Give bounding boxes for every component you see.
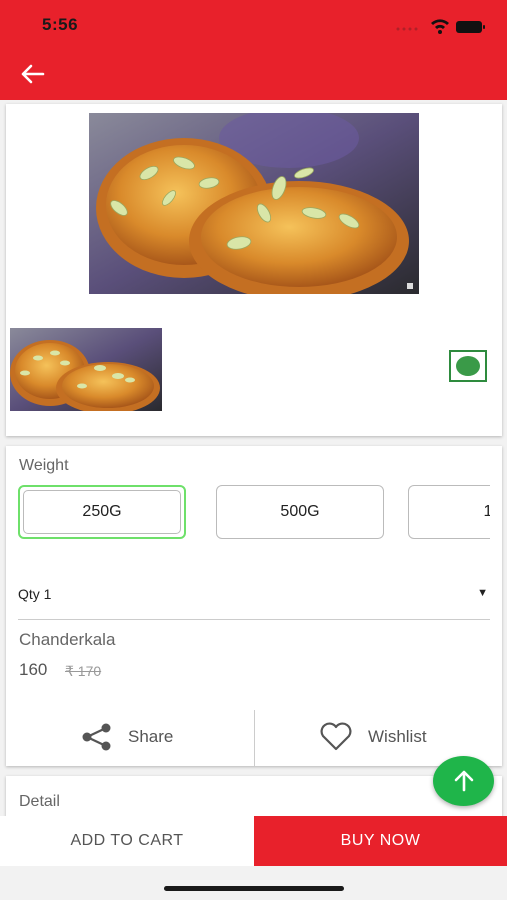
battery-icon bbox=[456, 21, 485, 33]
veg-dot bbox=[456, 356, 480, 376]
share-label: Share bbox=[128, 727, 174, 746]
heart-icon bbox=[320, 722, 352, 751]
home-indicator bbox=[164, 886, 344, 891]
share-button[interactable]: Share bbox=[80, 720, 173, 754]
weight-label: Weight bbox=[19, 457, 69, 474]
buy-now-button[interactable]: BUY NOW bbox=[254, 816, 507, 866]
detail-label: Detail bbox=[19, 793, 60, 810]
wifi-icon bbox=[431, 19, 449, 34]
options-card: Weight 250G 500G 1k Qty 1 ▼ Chanderkala … bbox=[6, 446, 502, 766]
weight-option-1kg[interactable]: 1k bbox=[408, 485, 490, 539]
product-price: 160 bbox=[19, 660, 48, 679]
gallery-card bbox=[6, 104, 502, 436]
weight-option-label: 1k bbox=[483, 503, 490, 520]
selected-inner-border bbox=[23, 490, 181, 534]
share-icon bbox=[82, 723, 111, 751]
weight-option-500g[interactable]: 500G bbox=[216, 485, 384, 539]
status-time: 5:56 bbox=[42, 15, 79, 34]
wishlist-button[interactable]: Wishlist bbox=[318, 720, 427, 754]
back-button[interactable] bbox=[14, 58, 50, 90]
status-icons bbox=[395, 16, 487, 36]
bottom-bar: ADD TO CART BUY NOW bbox=[0, 816, 507, 866]
product-name: Chanderkala bbox=[19, 630, 116, 649]
product-main-image[interactable] bbox=[89, 108, 419, 301]
product-thumbnail[interactable] bbox=[10, 328, 162, 414]
weight-selector: 250G 500G 1k bbox=[18, 485, 490, 545]
weight-option-label: 500G bbox=[280, 503, 320, 520]
qty-value: Qty 1 bbox=[18, 586, 52, 602]
add-to-cart-button[interactable]: ADD TO CART bbox=[0, 816, 254, 866]
veg-indicator-icon bbox=[449, 350, 487, 382]
weight-option-250g[interactable]: 250G bbox=[18, 485, 186, 539]
scroll-top-button[interactable] bbox=[433, 756, 494, 806]
signal-icon bbox=[396, 27, 418, 31]
app-bar: 5:56 bbox=[0, 0, 507, 100]
arrow-up-icon bbox=[454, 770, 473, 792]
caret-down-icon: ▼ bbox=[477, 587, 488, 599]
product-mrp: ₹ 170 bbox=[65, 663, 102, 679]
home-indicator-area bbox=[0, 866, 507, 900]
wishlist-label: Wishlist bbox=[368, 727, 427, 746]
divider bbox=[254, 710, 255, 766]
action-row: Share Wishlist bbox=[6, 710, 502, 766]
arrow-left-icon bbox=[21, 64, 45, 84]
qty-dropdown[interactable]: Qty 1 ▼ bbox=[18, 578, 490, 620]
